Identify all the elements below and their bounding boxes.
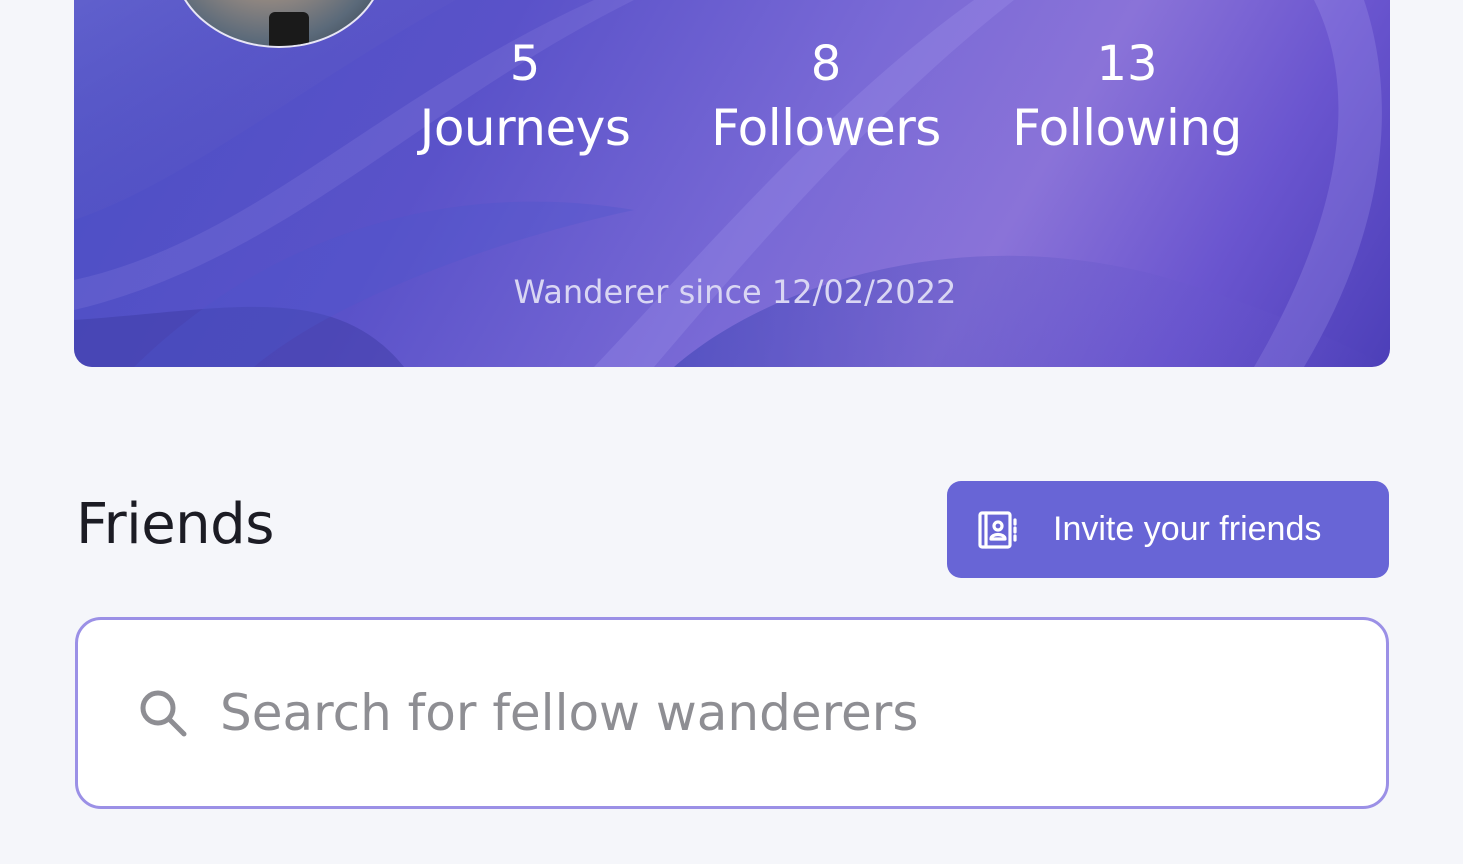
profile-header-card: 5 Journeys 8 Followers 13 Following Wand…: [74, 0, 1390, 367]
friends-section-title: Friends: [76, 492, 274, 557]
stat-followers-label: Followers: [711, 99, 941, 157]
member-since-text: Wanderer since 12/02/2022: [513, 273, 957, 311]
stat-following-value: 13: [1096, 36, 1158, 92]
avatar-detail: [269, 12, 309, 46]
stat-following-label: Following: [1012, 99, 1242, 157]
stat-followers-value: 8: [810, 36, 842, 92]
profile-page: 5 Journeys 8 Followers 13 Following Wand…: [0, 0, 1463, 864]
stat-journeys-label: Journeys: [419, 99, 631, 157]
stat-following[interactable]: 13 Following: [977, 36, 1277, 158]
stat-journeys[interactable]: 5 Journeys: [375, 36, 675, 158]
search-container[interactable]: [75, 617, 1389, 809]
invite-friends-label: Invite your friends: [1053, 510, 1322, 548]
stat-journeys-value: 5: [509, 36, 541, 92]
contacts-book-icon: [977, 509, 1019, 551]
stat-followers[interactable]: 8 Followers: [676, 36, 976, 158]
search-icon: [136, 686, 190, 740]
invite-friends-button[interactable]: Invite your friends: [947, 481, 1389, 578]
search-input[interactable]: [218, 683, 1322, 743]
